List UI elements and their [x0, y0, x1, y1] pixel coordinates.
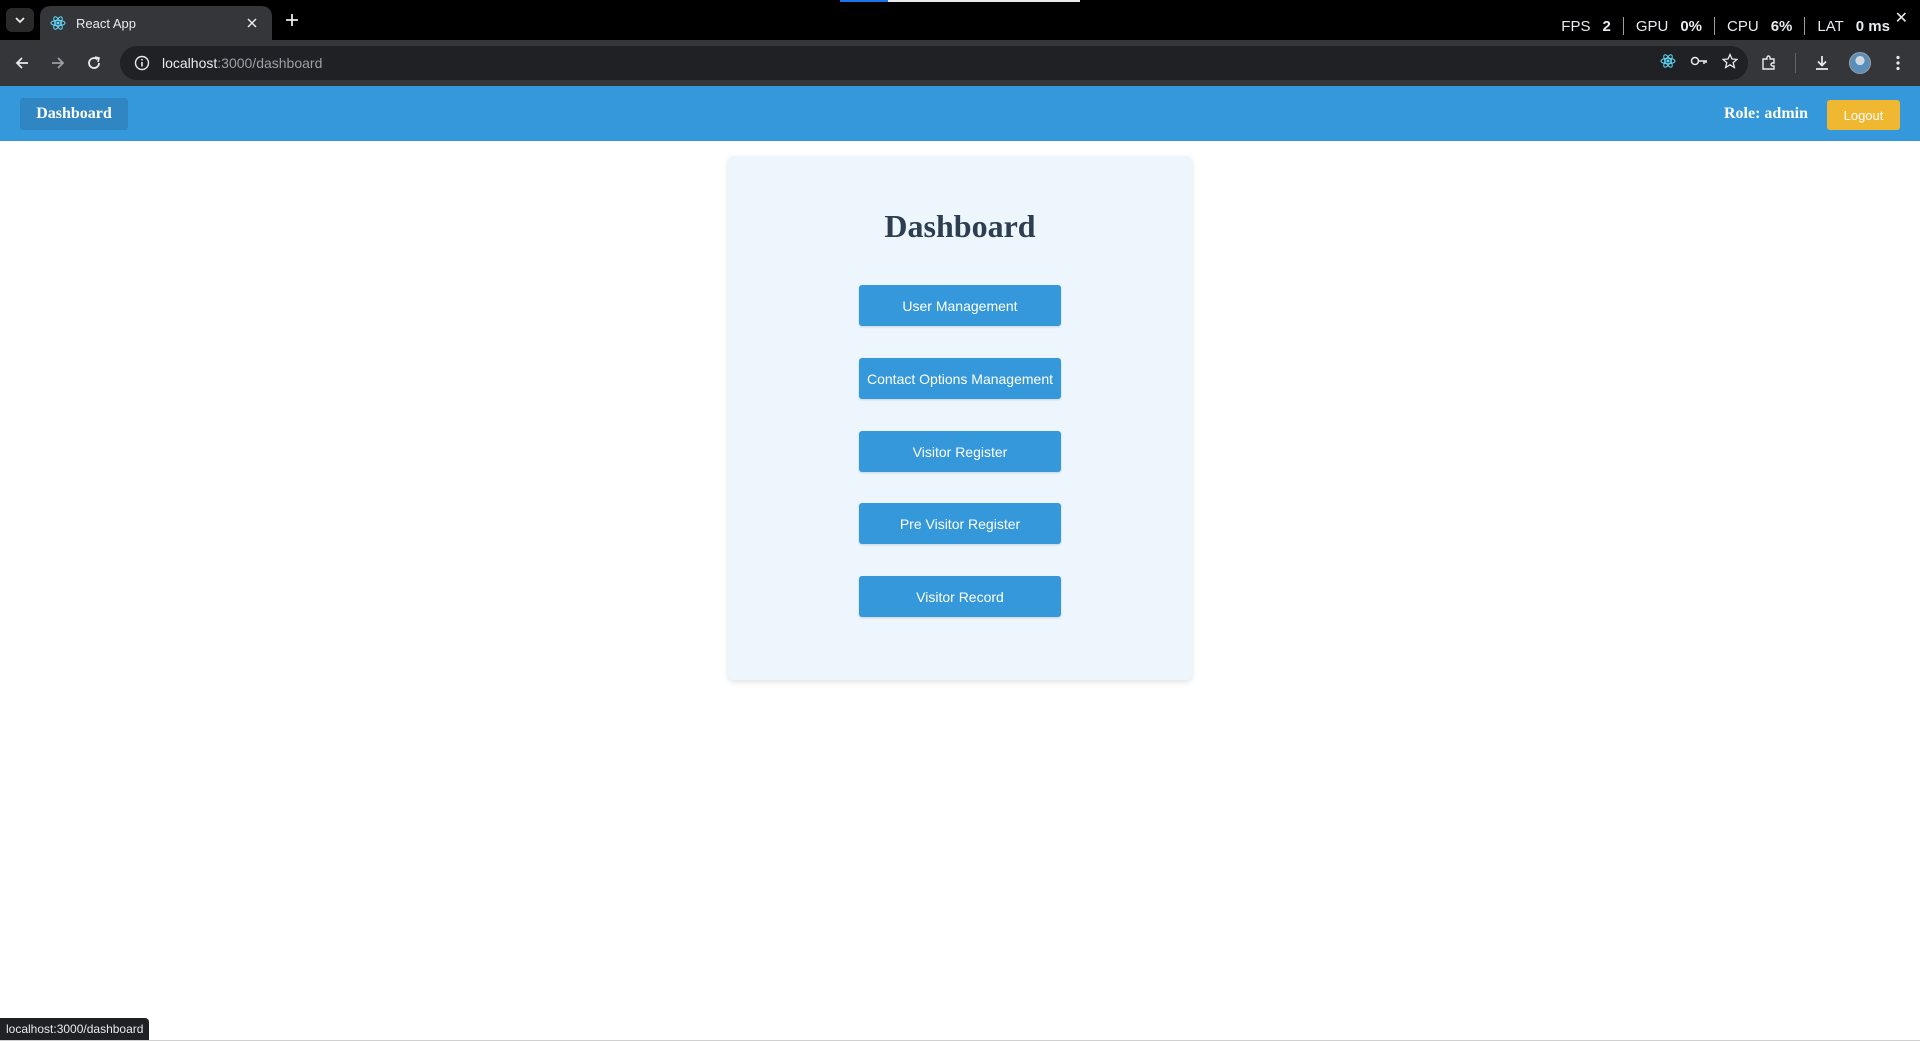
- browser-tab[interactable]: React App: [40, 6, 272, 40]
- role-label: Role: admin: [1724, 105, 1808, 122]
- perf-lat: LAT 0 ms: [1805, 18, 1902, 35]
- tab-title: React App: [76, 15, 136, 31]
- perf-label: CPU: [1727, 17, 1759, 35]
- url-host: localhost: [162, 55, 218, 71]
- app-header: Dashboard Role: admin Logout: [0, 86, 1920, 141]
- tab-loading-indicator-accent: [840, 0, 888, 2]
- user-management-button[interactable]: User Management: [859, 285, 1061, 326]
- avatar: [1849, 52, 1871, 74]
- extensions-puzzle-icon[interactable]: [1755, 49, 1783, 77]
- dashboard-nav-button[interactable]: Dashboard: [20, 98, 128, 130]
- toolbar-actions: [1755, 49, 1912, 77]
- dashboard-card: Dashboard User Management Contact Option…: [728, 156, 1192, 680]
- perf-value: 0%: [1680, 17, 1703, 35]
- performance-overlay: FPS 2 GPU 0% CPU 6% LAT 0 ms: [1549, 14, 1902, 38]
- status-url-bubble: localhost:3000/dashboard: [0, 1018, 150, 1040]
- toolbar-divider: [1795, 53, 1796, 73]
- perf-value: 6%: [1770, 17, 1793, 35]
- page-title: Dashboard: [884, 208, 1036, 244]
- logout-button[interactable]: Logout: [1827, 100, 1900, 130]
- close-icon[interactable]: ✕: [1895, 8, 1908, 28]
- arrow-right-icon: [52, 57, 65, 69]
- contact-options-management-button[interactable]: Contact Options Management: [859, 358, 1061, 399]
- perf-value: 0 ms: [1855, 17, 1890, 35]
- react-devtools-icon[interactable]: [1660, 53, 1676, 74]
- pre-visitor-register-button[interactable]: Pre Visitor Register: [859, 503, 1061, 544]
- download-icon[interactable]: [1808, 49, 1836, 77]
- browser-toolbar: localhost:3000/dashboard: [0, 40, 1920, 86]
- chevron-down-icon: [15, 17, 25, 24]
- site-info-icon[interactable]: [132, 53, 152, 73]
- perf-value: 2: [1602, 17, 1611, 35]
- perf-gpu: GPU 0%: [1624, 18, 1714, 35]
- arrow-left-icon: [15, 57, 28, 69]
- url-text: localhost:3000/dashboard: [162, 55, 322, 71]
- bookmark-star-icon[interactable]: [1721, 52, 1739, 74]
- close-icon: [247, 18, 257, 28]
- perf-label: LAT: [1817, 17, 1844, 35]
- perf-label: GPU: [1635, 17, 1669, 35]
- password-key-icon[interactable]: [1690, 53, 1708, 74]
- profile-avatar[interactable]: [1846, 49, 1874, 77]
- forward-button[interactable]: [44, 49, 72, 77]
- visitor-register-button[interactable]: Visitor Register: [859, 431, 1061, 472]
- address-bar[interactable]: localhost:3000/dashboard: [120, 46, 1748, 80]
- back-button[interactable]: [8, 49, 36, 77]
- perf-fps: FPS 2: [1549, 18, 1623, 35]
- url-path: :3000/dashboard: [217, 55, 323, 71]
- reload-icon: [88, 56, 100, 69]
- reload-button[interactable]: [80, 49, 108, 77]
- react-icon: [50, 15, 66, 31]
- tab-close-button[interactable]: [242, 13, 262, 33]
- plus-icon: [286, 14, 298, 26]
- perf-label: FPS: [1561, 17, 1591, 35]
- browser-tab-strip: React App FPS 2 GPU 0% CPU 6% LAT 0 ms ✕: [0, 0, 1920, 40]
- tab-search-button[interactable]: [6, 8, 34, 32]
- more-menu-icon[interactable]: [1884, 49, 1912, 77]
- visitor-record-button[interactable]: Visitor Record: [859, 576, 1061, 617]
- address-bar-actions: [1660, 51, 1739, 75]
- perf-cpu: CPU 6%: [1715, 18, 1804, 35]
- new-tab-button[interactable]: [280, 8, 304, 32]
